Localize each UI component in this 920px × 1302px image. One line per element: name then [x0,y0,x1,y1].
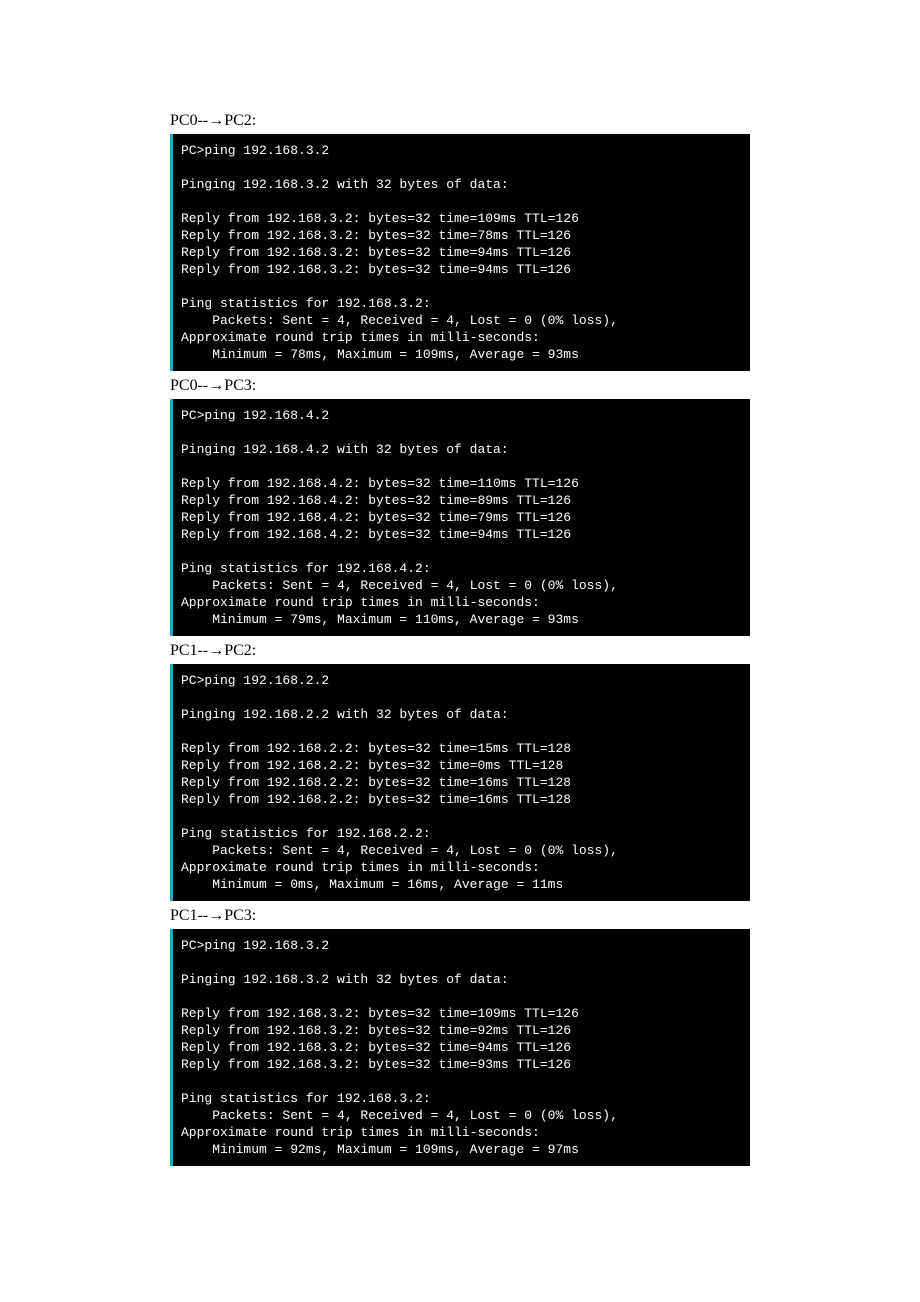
terminal-pc1-pc3: PC>ping 192.168.3.2 Pinging 192.168.3.2 … [170,929,750,1166]
caption-pc0-pc3: PC0--→PC3: [170,377,750,395]
terminal-pc1-pc2: PC>ping 192.168.2.2 Pinging 192.168.2.2 … [170,664,750,901]
document-page: PC0--→PC2: PC>ping 192.168.3.2 Pinging 1… [0,0,920,1272]
ping-block-2: PC1--→PC2: PC>ping 192.168.2.2 Pinging 1… [170,642,750,901]
caption-pc1-pc2: PC1--→PC2: [170,642,750,660]
caption-pc0-pc2: PC0--→PC2: [170,112,750,130]
terminal-pc0-pc3: PC>ping 192.168.4.2 Pinging 192.168.4.2 … [170,399,750,636]
terminal-pc0-pc2: PC>ping 192.168.3.2 Pinging 192.168.3.2 … [170,134,750,371]
ping-block-0: PC0--→PC2: PC>ping 192.168.3.2 Pinging 1… [170,112,750,371]
ping-block-3: PC1--→PC3: PC>ping 192.168.3.2 Pinging 1… [170,907,750,1166]
caption-pc1-pc3: PC1--→PC3: [170,907,750,925]
ping-block-1: PC0--→PC3: PC>ping 192.168.4.2 Pinging 1… [170,377,750,636]
